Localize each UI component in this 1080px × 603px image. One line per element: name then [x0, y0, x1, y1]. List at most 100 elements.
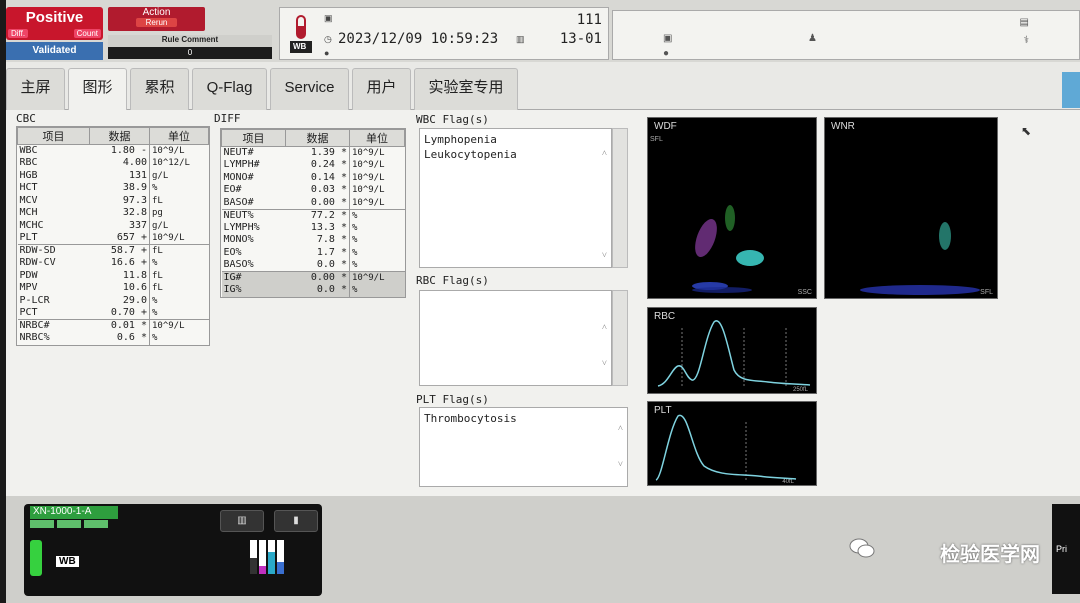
tab-main[interactable]: 主屏	[6, 68, 65, 110]
cbc-cell-item: PDW	[19, 269, 38, 281]
cbc-cell-unit: 10^9/L	[149, 144, 209, 157]
cbc-cell-item: PCT	[19, 307, 38, 318]
cbc-cell-value: 16.6 +	[110, 257, 147, 269]
cbc-cell-value: 38.9	[122, 182, 147, 194]
cbc-cell-item: WBC	[19, 145, 38, 156]
cbc-row[interactable]: MPV 10.6 fL	[18, 282, 209, 295]
analyzer-status-panel[interactable]: XN-1000-1-A WB ▥ ▮	[24, 504, 322, 596]
cbc-row[interactable]: WBC 1.80 -10^9/L	[18, 144, 209, 157]
diff-row[interactable]: BASO# 0.00 * 10^9/L	[222, 196, 405, 209]
cbc-cell-value: 657 +	[116, 232, 147, 243]
cbc-row[interactable]: NRBC# 0.01 * 10^9/L	[17, 319, 209, 332]
cbc-row[interactable]: PLT 657 +10^9/L	[18, 232, 209, 245]
cbc-cell-unit: g/L	[149, 169, 209, 182]
action-button[interactable]: Action Rerun	[108, 7, 205, 31]
cbc-row[interactable]: MCV 97.3 fL	[18, 194, 209, 207]
wbc-flag-item: Leukocytopenia	[424, 148, 517, 161]
scroll-down-icon[interactable]: ˅	[602, 249, 607, 264]
scroll-down-icon[interactable]: ˅	[602, 357, 607, 372]
watermark-text: 检验医学网	[940, 544, 1040, 566]
positive-badge[interactable]: Positive Diff. Count	[6, 7, 103, 40]
diff-row[interactable]: EO# 0.03 * 10^9/L	[222, 184, 405, 197]
cbc-cell-item: MPV	[19, 282, 38, 294]
sample-info-panel: WB ▣ 111 ◷ 2023/12/09 10:59:23 ▥ 13-01 ●	[279, 7, 609, 60]
diff-cell-item: EO#	[223, 184, 242, 196]
cbc-title: CBC	[16, 112, 36, 125]
diff-row[interactable]: LYMPH% 13.3 *%	[222, 221, 405, 234]
person-icon: ♟	[808, 33, 817, 44]
rack-button[interactable]: ▥	[220, 510, 264, 532]
tab-cumulative[interactable]: 累积	[130, 68, 189, 110]
diff-row[interactable]: NEUT% 77.2 *%	[221, 208, 405, 222]
tab-graph[interactable]: 图形	[68, 68, 127, 110]
tab-user[interactable]: 用户	[352, 68, 411, 110]
cbc-row[interactable]: MCH 32.8 pg	[18, 207, 209, 220]
y-indicator	[57, 520, 81, 528]
diff-cell-value: 0.00 *	[285, 271, 350, 284]
cbc-cell-item: NRBC#	[17, 319, 90, 332]
diff-row[interactable]: NEUT# 1.39 * 10^9/L	[222, 146, 405, 159]
wechat-icon	[849, 538, 875, 558]
tab-qflag[interactable]: Q-Flag	[192, 68, 267, 110]
cbc-row[interactable]: P-LCR 29.0%	[18, 294, 209, 307]
scroll-up-icon[interactable]: ˄	[602, 321, 607, 336]
diff-row[interactable]: IG# 0.00 * 10^9/L	[221, 271, 405, 284]
cbc-cell-unit: %	[149, 332, 209, 345]
wdf-scattergram[interactable]: WDF SFL SSC	[647, 117, 817, 299]
cbc-row[interactable]: RBC 4.00 10^12/L	[18, 157, 209, 170]
wbc-flags-box[interactable]: Lymphopenia Leukocytopenia ˄ ˅	[419, 128, 612, 268]
cbc-cell-value: 1.80 -	[110, 145, 147, 156]
diff-cell-value: 77.2 *	[285, 208, 350, 222]
scroll-up-icon[interactable]: ˄	[602, 147, 607, 162]
rerun-sub-label: Rerun	[136, 18, 177, 27]
diff-row[interactable]: BASO% 0.0 *%	[222, 259, 405, 272]
cbc-cell-unit: g/L	[149, 219, 209, 232]
wnr-scatter-dots	[860, 222, 980, 295]
print-button[interactable]: Pri	[1052, 504, 1080, 594]
diff-row[interactable]: LYMPH# 0.24 * 10^9/L	[222, 159, 405, 172]
cbc-row[interactable]: PDW 11.8 fL	[18, 269, 209, 282]
validated-badge[interactable]: Validated	[6, 42, 103, 60]
cbc-row[interactable]: PCT 0.70 +%	[18, 307, 209, 320]
cbc-row[interactable]: HGB 131 g/L	[18, 169, 209, 182]
cbc-row[interactable]: HCT 38.9%	[18, 182, 209, 195]
rbc-histogram[interactable]: RBC 250fL	[647, 307, 817, 394]
cbc-cell-value: 337	[128, 219, 147, 231]
diff-cell-value: 0.0 *	[285, 284, 350, 297]
diff-cell-unit: 10^9/L	[349, 146, 405, 159]
rule-comment-value[interactable]: 0	[108, 47, 272, 59]
diff-row[interactable]: IG% 0.0 *%	[221, 284, 405, 297]
cbc-row[interactable]: RDW-CV 16.6 +%	[18, 257, 209, 270]
tab-lab-only[interactable]: 实验室专用	[414, 68, 518, 110]
device-name: XN-1000-1-A	[30, 506, 118, 519]
cbc-row[interactable]: RDW-SD 58.7 + fL	[17, 244, 209, 257]
cbc-cell-item: HGB	[19, 169, 38, 181]
cbc-table: 项目 数据 单位 WBC 1.80 -10^9/L RBC 4.00 10^12/L HG…	[16, 126, 210, 346]
rbc-flags-scrollbar[interactable]	[612, 290, 628, 386]
sampler-button[interactable]: ▮	[274, 510, 318, 532]
plt-flags-box[interactable]: Thrombocytosis ˄ ˅	[419, 407, 628, 487]
diff-row[interactable]: MONO% 7.8 *%	[222, 234, 405, 247]
wnr-scattergram[interactable]: WNR SFL	[824, 117, 998, 299]
cbc-cell-item: RDW-SD	[17, 244, 90, 257]
wbc-flags-scrollbar[interactable]	[612, 128, 628, 268]
reagent-level-icon	[250, 540, 284, 574]
cbc-row[interactable]: NRBC% 0.6 *%	[18, 332, 209, 345]
cbc-cell-value: 32.8	[122, 207, 147, 219]
diff-cell-item: BASO#	[223, 196, 254, 208]
diff-row[interactable]: MONO# 0.14 * 10^9/L	[222, 171, 405, 184]
scroll-up-icon[interactable]: ˄	[618, 422, 623, 437]
plt-histogram[interactable]: PLT 40fL	[647, 401, 817, 486]
rbc-flags-box[interactable]: ˄ ˅	[419, 290, 612, 386]
cbc-cell-value: 11.8	[122, 269, 147, 281]
cbc-cell-unit: pg	[149, 207, 209, 220]
cbc-row[interactable]: MCHC 337 g/L	[18, 219, 209, 232]
diff-row[interactable]: EO% 1.7 *%	[222, 246, 405, 259]
scroll-down-icon[interactable]: ˅	[618, 458, 623, 473]
diff-cell-unit: %	[349, 221, 405, 234]
side-button[interactable]	[1062, 72, 1080, 108]
cbc-cell-item: PLT	[19, 232, 38, 243]
sample-type-label: WB	[293, 42, 307, 51]
cbc-cell-unit: 10^12/L	[149, 157, 209, 170]
tab-service[interactable]: Service	[270, 68, 349, 110]
